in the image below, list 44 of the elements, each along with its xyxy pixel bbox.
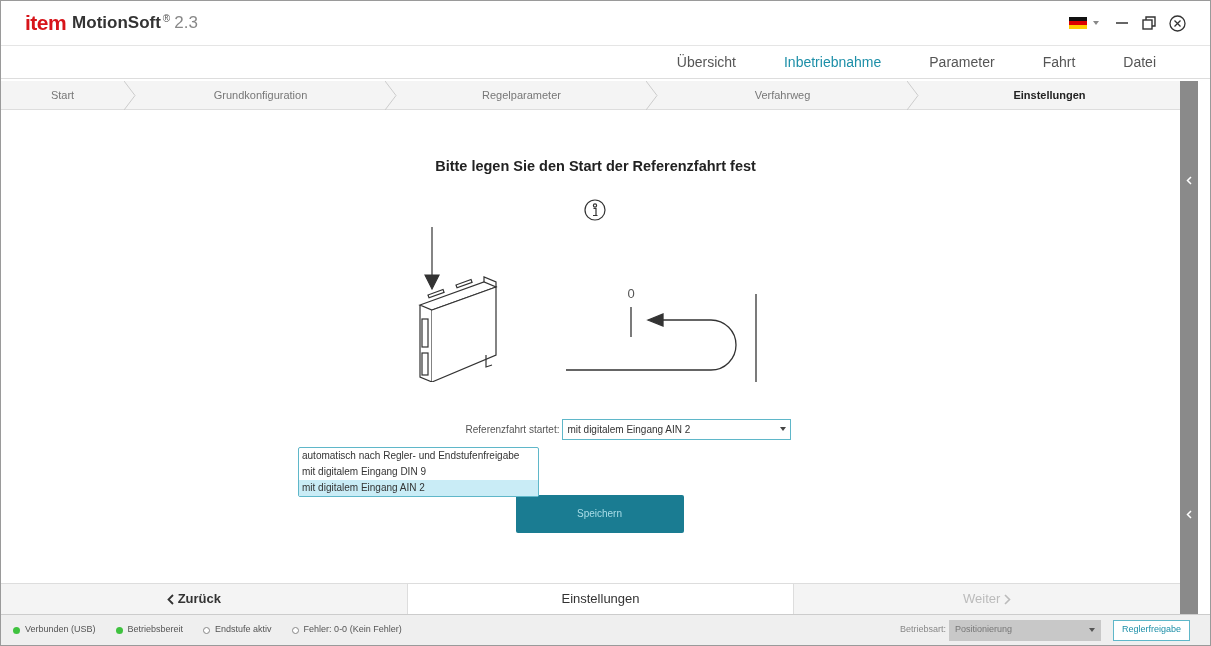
- close-icon[interactable]: [1169, 14, 1186, 32]
- current-step-label: Einstellungen: [406, 584, 795, 614]
- step-tab[interactable]: Einstellungen: [919, 86, 1180, 104]
- field-label: Referenzfahrt startet:: [465, 422, 560, 437]
- app-title: MotionSoft: [72, 12, 161, 35]
- step-tab[interactable]: Regelparameter: [397, 86, 646, 104]
- chevron-right-icon: [1004, 593, 1012, 605]
- caret-icon: [780, 427, 787, 432]
- info-icon[interactable]: [583, 198, 606, 221]
- status-label: Verbunden (USB): [25, 623, 96, 637]
- menu-tab[interactable]: Inbetriebnahme: [765, 51, 900, 73]
- chevron-left-icon: [166, 593, 174, 605]
- menu-tab[interactable]: Datei: [1105, 51, 1174, 73]
- chevron-separator-icon: [124, 80, 136, 110]
- app-version: 2.3: [174, 12, 198, 35]
- status-label: Betriebsbereit: [127, 623, 184, 637]
- controller-enable-button[interactable]: Reglerfreigabe: [1112, 619, 1190, 641]
- registered-mark: ®: [162, 12, 171, 26]
- dropdown-option[interactable]: mit digitalem Eingang DIN 9: [299, 464, 538, 480]
- step-tab[interactable]: Grundkonfiguration: [136, 86, 385, 104]
- caret-icon: [1093, 21, 1099, 25]
- chevron-separator-icon: [646, 80, 658, 110]
- chevron-left-icon[interactable]: [1186, 176, 1192, 185]
- chevron-separator-icon: [907, 80, 919, 110]
- back-button[interactable]: Zurück: [1, 584, 407, 614]
- chevron-left-icon[interactable]: [1186, 510, 1192, 519]
- restore-icon[interactable]: [1141, 15, 1157, 31]
- menu-tab[interactable]: Fahrt: [1024, 51, 1094, 73]
- page-heading: Bitte legen Sie den Start der Referenzfahrt fest: [435, 157, 756, 176]
- status-label: Fehler: 0-0 (Kein Fehler): [303, 623, 402, 637]
- step-tab[interactable]: Verfahrweg: [658, 86, 907, 104]
- flag-icon: [1069, 17, 1087, 29]
- dropdown-option[interactable]: mit digitalem Eingang AIN 2: [299, 480, 538, 496]
- brand-logo: item: [25, 10, 67, 37]
- chevron-separator-icon: [385, 80, 397, 110]
- caret-icon: [1088, 628, 1095, 632]
- menu-tab[interactable]: Parameter: [911, 51, 1013, 73]
- dropdown-option[interactable]: automatisch nach Regler- und Endstufenfreigabe: [299, 448, 538, 464]
- reference-start-dropdown[interactable]: mit digitalem Eingang AIN 2: [562, 418, 792, 440]
- mode-label: Betriebsart:: [899, 623, 946, 637]
- step-tab[interactable]: Start: [1, 86, 124, 104]
- zero-position-label: 0: [626, 285, 635, 301]
- menu-tab[interactable]: Übersicht: [658, 51, 754, 73]
- status-label: Endstufe aktiv: [215, 623, 272, 637]
